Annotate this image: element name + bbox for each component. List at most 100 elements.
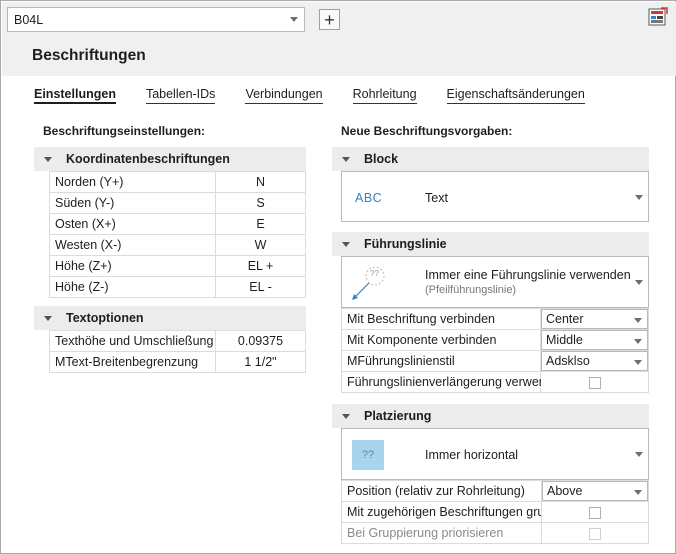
row-value[interactable]: E — [215, 213, 306, 235]
row-value[interactable]: EL + — [215, 255, 306, 277]
chevron-down-icon — [634, 318, 642, 323]
row-label: Höhe (Z-) — [49, 276, 216, 298]
text-options-group-header[interactable]: Textoptionen — [34, 306, 306, 330]
page-title: Beschriftungen — [32, 47, 146, 64]
leader-subvalue: (Pfeilführungslinie) — [425, 284, 517, 296]
leader-extension-label: Führungslinienverlängerung verwenden — [347, 375, 541, 389]
block-preview-text: ABC — [355, 191, 383, 205]
left-section-heading: Beschriftungseinstellungen: — [43, 124, 206, 138]
row-value-cell — [540, 371, 649, 393]
row-label: Mit Komponente verbinden — [341, 329, 541, 351]
row-label: Mit Beschriftung verbinden — [341, 308, 541, 330]
right-section-heading: Neue Beschriftungsvorgaben: — [341, 124, 513, 138]
text-options-group-title: Textoptionen — [66, 311, 144, 325]
table-row: Mit Beschriftung verbinden Center — [341, 308, 649, 330]
row-value-cell: Middle — [540, 329, 649, 351]
chevron-down-icon — [634, 490, 642, 495]
select-value: Center — [546, 312, 584, 326]
table-row: MFührungslinienstil Adsklso — [341, 350, 649, 372]
placement-type-selector[interactable]: ?? Immer horizontal — [341, 428, 649, 480]
leader-group-header[interactable]: Führungslinie — [332, 232, 649, 256]
collapse-triangle-icon — [342, 413, 350, 419]
table-row: Höhe (Z+) EL + — [49, 255, 306, 277]
block-selector[interactable]: ABC Text — [341, 171, 649, 222]
row-label: Position (relativ zur Rohrleitung) — [341, 480, 542, 502]
row-value-cell: Above — [541, 480, 649, 502]
row-label: MFührungslinienstil — [341, 350, 541, 372]
prioritize-label: Bei Gruppierung priorisieren — [347, 526, 504, 540]
collapse-triangle-icon — [44, 315, 52, 321]
collapse-triangle-icon — [44, 156, 52, 162]
chevron-down-icon — [634, 339, 642, 344]
table-row: Mit Komponente verbinden Middle — [341, 329, 649, 351]
coords-group-header[interactable]: Koordinatenbeschriftungen — [34, 147, 306, 171]
leader-type-selector[interactable]: ?? Immer eine Führungslinie verwenden (P… — [341, 256, 649, 308]
select-value: Middle — [546, 333, 583, 347]
tab-einstellungen[interactable]: Einstellungen — [34, 87, 116, 104]
row-value-cell: Adsklso — [540, 350, 649, 372]
style-editor-icon[interactable] — [648, 7, 668, 27]
add-style-button[interactable]: + — [319, 9, 340, 30]
row-value[interactable]: 1 1/2" — [215, 351, 306, 373]
row-label: Höhe (Z+) — [49, 255, 216, 277]
placement-group-header[interactable]: Platzierung — [332, 404, 649, 428]
row-label: Norden (Y+) — [49, 171, 216, 193]
table-row: Süden (Y-) S — [49, 192, 306, 214]
table-row: Osten (X+) E — [49, 213, 306, 235]
row-value[interactable]: 0.09375 — [215, 330, 306, 352]
position-select[interactable]: Above — [542, 481, 648, 501]
row-label: Bei Gruppierung priorisieren — [341, 522, 542, 544]
row-label: Texthöhe und Umschließung — [49, 330, 216, 352]
row-value[interactable]: EL - — [215, 276, 306, 298]
placement-preview-icon: ?? — [352, 440, 384, 470]
tab-eigenschaftsaenderungen[interactable]: Eigenschaftsänderungen — [446, 87, 585, 104]
placement-value: Immer horizontal — [425, 448, 519, 462]
table-row: Position (relativ zur Rohrleitung) Above — [341, 480, 649, 502]
table-row: Höhe (Z-) EL - — [49, 276, 306, 298]
row-value[interactable]: N — [215, 171, 306, 193]
block-group-title: Block — [364, 152, 399, 166]
coords-group-title: Koordinatenbeschriftungen — [66, 152, 230, 166]
placement-icon-text: ?? — [361, 449, 375, 461]
leader-icon-text: ?? — [370, 269, 379, 278]
tab-bar: Einstellungen Tabellen-IDs Verbindungen … — [34, 87, 615, 104]
row-value-cell: Center — [540, 308, 649, 330]
block-group-header[interactable]: Block — [332, 147, 649, 171]
style-select-value: B04L — [14, 12, 44, 27]
row-label: Westen (X-) — [49, 234, 216, 256]
table-row: Norden (Y+) N — [49, 171, 306, 193]
placement-table: Position (relativ zur Rohrleitung) Above… — [341, 480, 649, 544]
tab-tabellen-ids[interactable]: Tabellen-IDs — [145, 87, 216, 104]
chevron-down-icon — [635, 280, 643, 285]
coords-table: Norden (Y+) N Süden (Y-) S Osten (X+) E Wes… — [49, 171, 306, 298]
select-value: Adsklso — [546, 354, 590, 368]
table-row: Bei Gruppierung priorisieren — [341, 522, 649, 544]
collapse-triangle-icon — [342, 156, 350, 162]
select-value: Above — [547, 484, 583, 498]
row-label: Führungslinienverlängerung verwenden — [341, 371, 541, 393]
mleader-style-select[interactable]: Adsklso — [541, 351, 648, 371]
group-labels-checkbox[interactable] — [589, 506, 601, 519]
prioritize-checkbox — [589, 527, 601, 540]
chevron-down-icon — [635, 195, 643, 200]
tab-verbindungen[interactable]: Verbindungen — [245, 87, 323, 104]
chevron-down-icon — [290, 17, 298, 22]
chevron-down-icon — [635, 452, 643, 457]
style-select[interactable]: B04L — [7, 7, 305, 32]
table-row: Texthöhe und Umschließung 0.09375 — [49, 330, 306, 352]
row-value-cell — [541, 501, 649, 523]
text-options-table: Texthöhe und Umschließung 0.09375 MText-B… — [49, 330, 306, 373]
attach-label-select[interactable]: Center — [541, 309, 648, 329]
leader-group-title: Führungslinie — [364, 237, 447, 251]
row-value[interactable]: W — [215, 234, 306, 256]
attach-component-select[interactable]: Middle — [541, 330, 648, 350]
table-row: MText-Breitenbegrenzung 1 1/2" — [49, 351, 306, 373]
leader-table: Mit Beschriftung verbinden Center Mit Ko… — [341, 308, 649, 393]
block-value: Text — [425, 191, 448, 205]
collapse-triangle-icon — [342, 241, 350, 247]
leader-extension-checkbox[interactable] — [588, 376, 601, 389]
tab-rohrleitung[interactable]: Rohrleitung — [352, 87, 417, 104]
row-value-cell — [541, 522, 649, 544]
leader-arrow-icon — [352, 266, 385, 300]
row-value[interactable]: S — [215, 192, 306, 214]
